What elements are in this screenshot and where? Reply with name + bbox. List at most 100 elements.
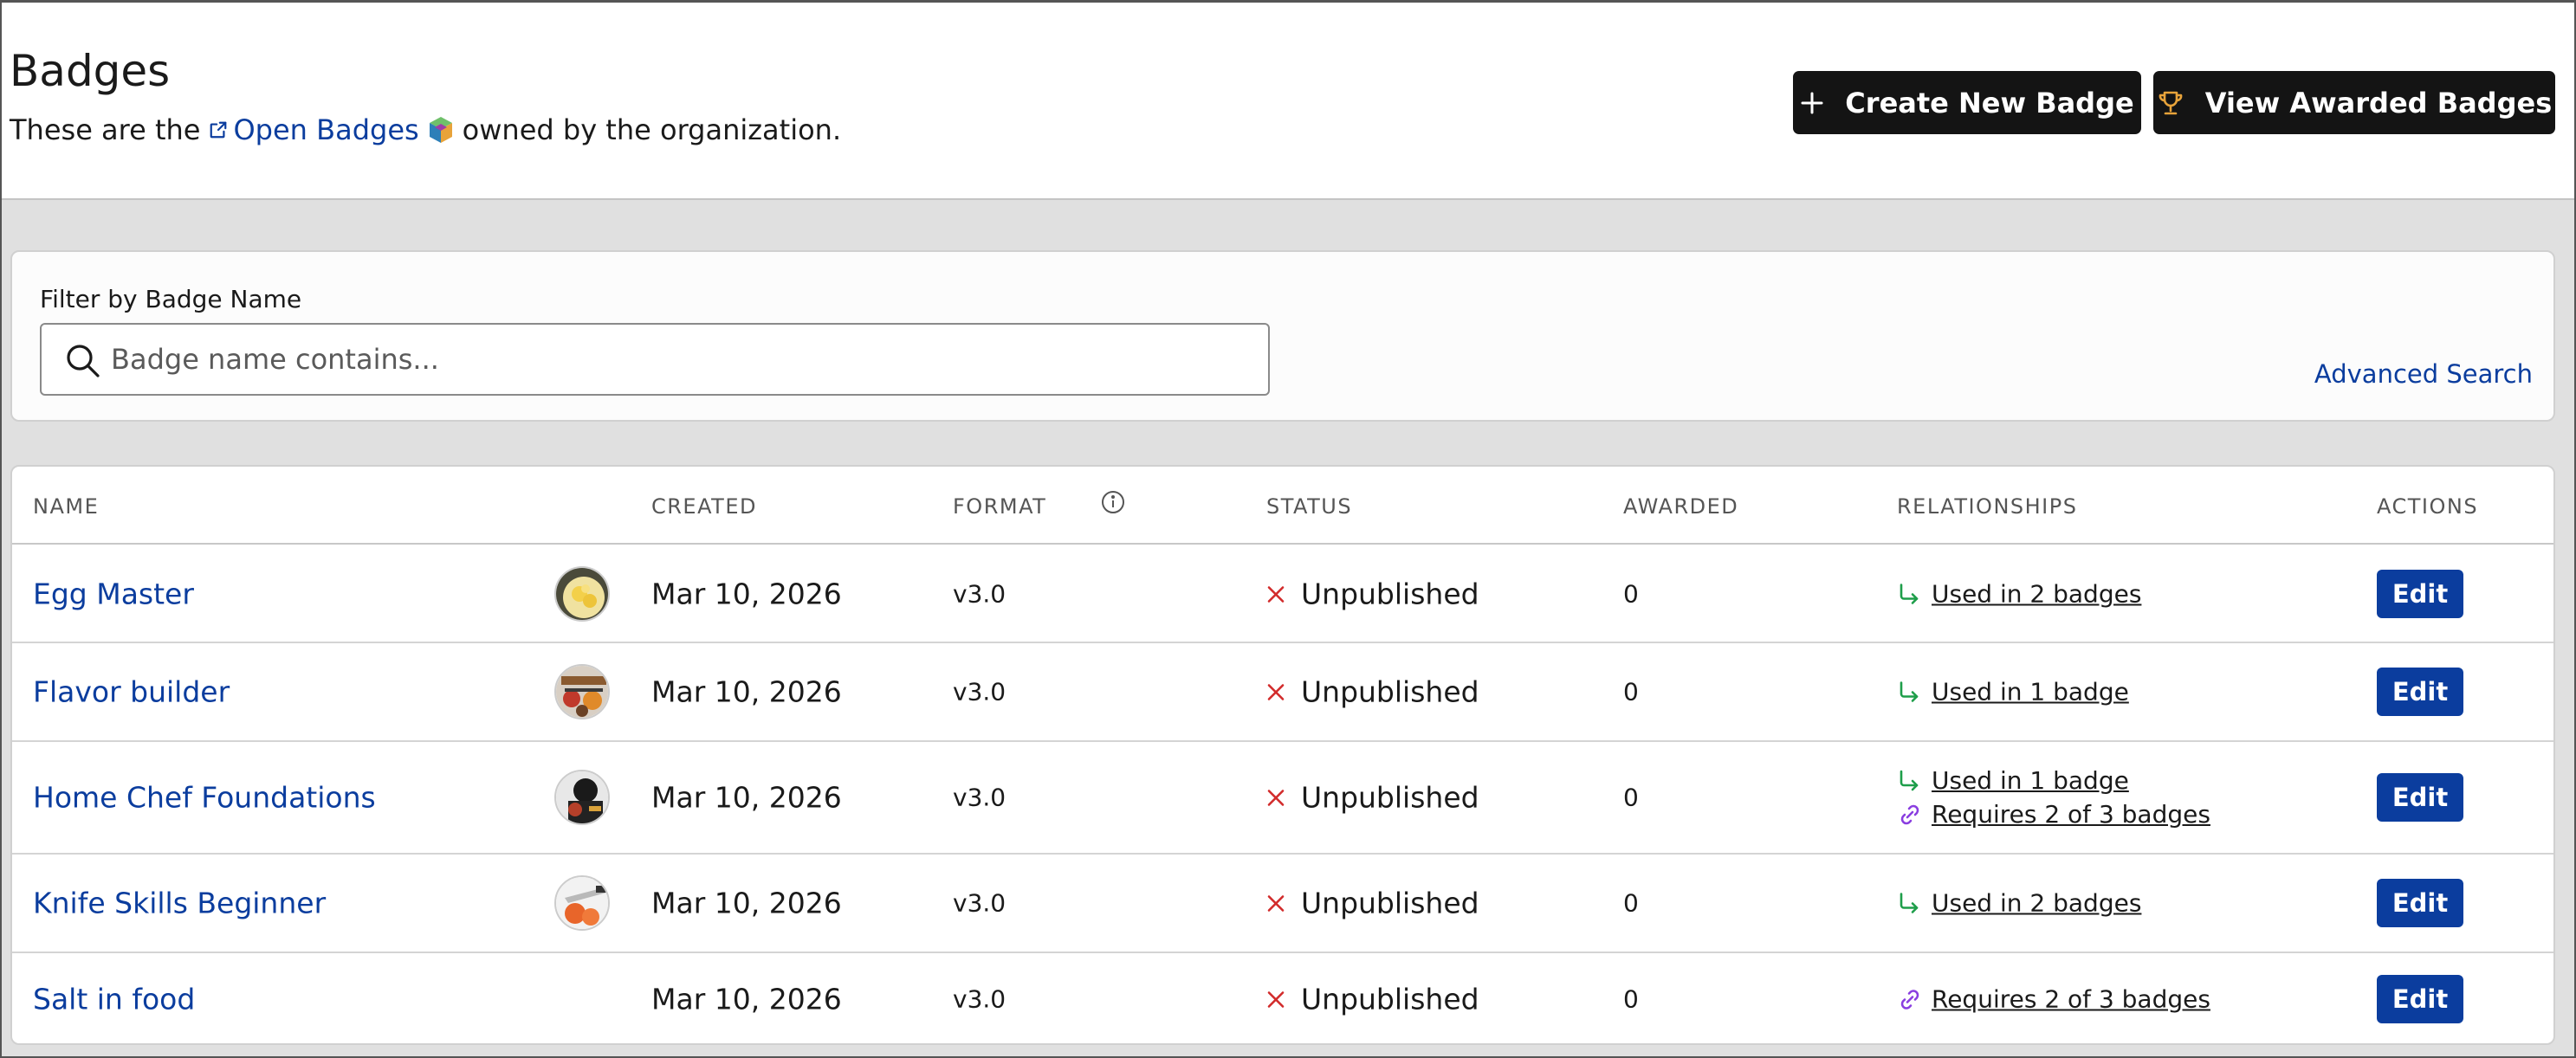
format-version: v3.0 (953, 677, 1006, 706)
used-in-arrow-icon (1897, 680, 1932, 704)
column-header-status[interactable]: STATUS (1266, 494, 1352, 519)
awarded-count: 0 (1623, 677, 1639, 706)
edit-button[interactable]: Edit (2377, 668, 2463, 716)
page-header: Badges These are the Open Badges owned b… (2, 3, 2574, 200)
create-new-badge-button[interactable]: Create New Badge (1793, 71, 2141, 134)
column-header-actions: ACTIONS (2377, 494, 2479, 519)
created-date: Mar 10, 2026 (651, 982, 842, 1016)
column-header-name[interactable]: NAME (33, 494, 99, 519)
column-header-awarded[interactable]: AWARDED (1623, 494, 1738, 519)
format-version: v3.0 (953, 579, 1006, 609)
status-badge: Unpublished (1266, 675, 1479, 709)
relationships-cell: Used in 1 badge (1897, 678, 2129, 706)
used-in-arrow-icon (1897, 582, 1932, 606)
actions-cell: Edit (2377, 879, 2463, 927)
badge-name-search-input[interactable] (111, 326, 1254, 392)
edit-button[interactable]: Edit (2377, 773, 2463, 822)
badge-name-link[interactable]: Home Chef Foundations (33, 781, 376, 815)
status-label: Unpublished (1301, 886, 1479, 920)
plus-icon (1800, 91, 1824, 115)
subtitle-suffix: owned by the organization. (462, 113, 842, 146)
actions-cell: Edit (2377, 975, 2463, 1023)
created-date: Mar 10, 2026 (651, 674, 842, 709)
badge-name-link[interactable]: Knife Skills Beginner (33, 887, 326, 920)
badges-table: NAME CREATED FORMAT STATUS AWARDED RELAT… (10, 465, 2555, 1045)
used-in-badges-link[interactable]: Used in 2 badges (1932, 580, 2141, 609)
edit-button[interactable]: Edit (2377, 570, 2463, 618)
unpublished-x-icon (1266, 584, 1285, 603)
unpublished-x-icon (1266, 682, 1285, 701)
subtitle-prefix: These are the (10, 113, 201, 146)
edit-button[interactable]: Edit (2377, 975, 2463, 1023)
format-version: v3.0 (953, 984, 1006, 1014)
search-icon (64, 342, 100, 382)
relationships-cell: Requires 2 of 3 badges (1897, 985, 2210, 1014)
table-row: Flavor builder Mar 10, 2026 v3.0 Unpubli… (12, 643, 2553, 742)
knife-carrots-image (554, 875, 610, 931)
advanced-search-link[interactable]: Advanced Search (2314, 359, 2533, 389)
requires-badges-link[interactable]: Requires 2 of 3 badges (1932, 800, 2210, 829)
awarded-count: 0 (1623, 888, 1639, 918)
egg-dish-image (554, 566, 610, 622)
chef-image (554, 770, 610, 825)
table-row: Salt in food Mar 10, 2026 v3.0 Unpublish… (12, 953, 2553, 1043)
chain-link-icon (1897, 802, 1932, 828)
unpublished-x-icon (1266, 990, 1285, 1009)
relationships-cell: Used in 1 badge Requires 2 of 3 badges (1897, 766, 2210, 829)
unpublished-x-icon (1266, 893, 1285, 913)
edit-button[interactable]: Edit (2377, 879, 2463, 927)
view-awarded-badges-label: View Awarded Badges (2204, 86, 2553, 119)
actions-cell: Edit (2377, 668, 2463, 716)
status-badge: Unpublished (1266, 577, 1479, 611)
actions-cell: Edit (2377, 773, 2463, 822)
requires-badges-link[interactable]: Requires 2 of 3 badges (1932, 985, 2210, 1014)
unpublished-x-icon (1266, 788, 1285, 807)
status-badge: Unpublished (1266, 887, 1479, 920)
badge-name-link[interactable]: Egg Master (33, 577, 194, 611)
relationship-requires: Requires 2 of 3 badges (1897, 985, 2210, 1014)
format-info-icon[interactable] (1100, 489, 1126, 520)
status-label: Unpublished (1301, 982, 1479, 1016)
spices-image (554, 664, 610, 719)
awarded-count: 0 (1623, 783, 1639, 812)
relationship-used-in: Used in 2 badges (1897, 580, 2141, 609)
status-badge: Unpublished (1266, 781, 1479, 815)
open-badges-link[interactable]: Open Badges (233, 113, 418, 146)
status-label: Unpublished (1301, 577, 1479, 611)
column-header-relationships: RELATIONSHIPS (1897, 494, 2078, 519)
column-header-created[interactable]: CREATED (651, 494, 757, 519)
format-version: v3.0 (953, 783, 1006, 812)
status-label: Unpublished (1301, 780, 1479, 815)
relationships-cell: Used in 2 badges (1897, 580, 2141, 609)
created-date: Mar 10, 2026 (651, 886, 842, 920)
used-in-badges-link[interactable]: Used in 1 badge (1932, 678, 2129, 706)
table-header: NAME CREATED FORMAT STATUS AWARDED RELAT… (12, 467, 2553, 545)
created-date: Mar 10, 2026 (651, 780, 842, 815)
page-title: Badges (10, 46, 171, 96)
badge-name-link[interactable]: Salt in food (33, 983, 195, 1016)
table-row: Knife Skills Beginner Mar 10, 2026 v3.0 … (12, 855, 2553, 953)
create-new-badge-label: Create New Badge (1845, 86, 2134, 119)
filter-panel: Filter by Badge Name Advanced Search (10, 250, 2555, 422)
column-header-format[interactable]: FORMAT (953, 494, 1046, 519)
relationship-used-in: Used in 1 badge (1897, 766, 2210, 795)
filter-label: Filter by Badge Name (40, 285, 302, 313)
relationships-cell: Used in 2 badges (1897, 889, 2141, 918)
badge-name-link[interactable]: Flavor builder (33, 675, 230, 709)
awarded-count: 0 (1623, 579, 1639, 609)
external-link-icon (209, 120, 228, 139)
view-awarded-badges-button[interactable]: View Awarded Badges (2153, 71, 2555, 134)
relationship-requires: Requires 2 of 3 badges (1897, 800, 2210, 829)
relationship-used-in: Used in 2 badges (1897, 889, 2141, 918)
app-frame: Badges These are the Open Badges owned b… (0, 0, 2576, 1058)
open-badges-logo-icon (428, 115, 454, 145)
used-in-arrow-icon (1897, 769, 1932, 793)
search-box (40, 323, 1270, 396)
relationship-used-in: Used in 1 badge (1897, 678, 2129, 706)
used-in-badges-link[interactable]: Used in 1 badge (1932, 766, 2129, 795)
used-in-badges-link[interactable]: Used in 2 badges (1932, 889, 2141, 918)
table-row: Home Chef Foundations Mar 10, 2026 v3.0 … (12, 742, 2553, 855)
chain-link-icon (1897, 986, 1932, 1012)
status-badge: Unpublished (1266, 983, 1479, 1016)
actions-cell: Edit (2377, 570, 2463, 618)
